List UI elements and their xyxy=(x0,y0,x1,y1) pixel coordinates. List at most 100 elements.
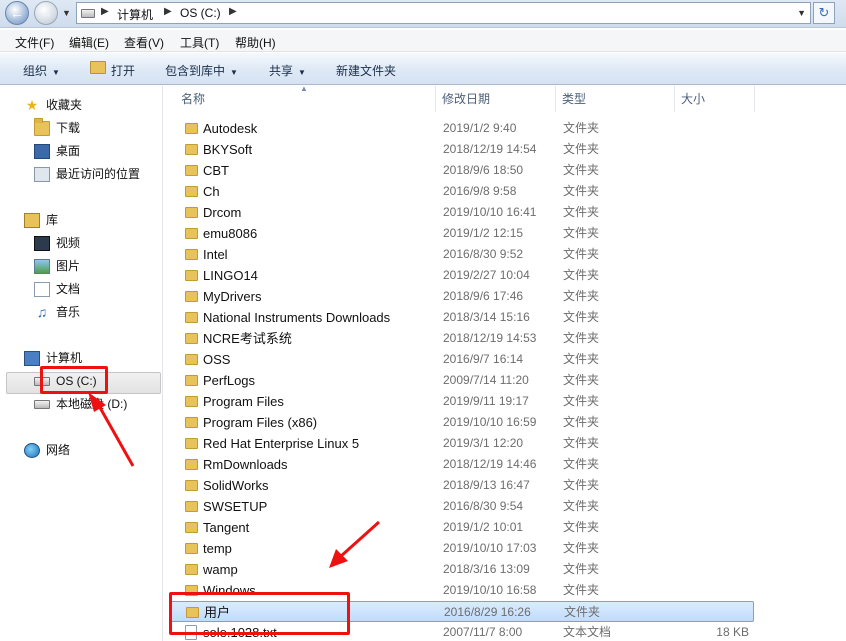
folder-icon xyxy=(185,228,198,239)
folder-icon xyxy=(185,165,198,176)
recent-places-icon xyxy=(34,167,50,182)
file-row[interactable]: MyDrivers 2018/9/6 17:46 文件夹 xyxy=(170,286,754,307)
include-library-button[interactable]: 包含到库中 ▼ xyxy=(165,62,238,79)
file-row[interactable]: wamp 2018/3/16 13:09 文件夹 xyxy=(170,559,754,580)
file-row[interactable]: BKYSoft 2018/12/19 14:54 文件夹 xyxy=(170,139,754,160)
back-button[interactable]: ← xyxy=(5,1,29,25)
file-name: Intel xyxy=(203,247,228,262)
folder-icon xyxy=(185,249,198,260)
history-dropdown-icon[interactable]: ▼ xyxy=(62,8,71,18)
menu-view[interactable]: 查看(V) xyxy=(124,34,164,51)
file-row[interactable]: LINGO14 2019/2/27 10:04 文件夹 xyxy=(170,265,754,286)
menu-file[interactable]: 文件(F) xyxy=(15,34,54,51)
column-header-modified[interactable]: 修改日期 xyxy=(436,86,556,112)
file-modified-date: 2019/1/2 10:01 xyxy=(443,520,524,534)
file-modified-date: 2019/10/10 16:59 xyxy=(443,415,537,429)
file-type: 文本文档 xyxy=(563,625,612,639)
nav-item-label: 本地磁盘 (D:) xyxy=(56,397,128,411)
file-type: 文件夹 xyxy=(563,562,600,576)
file-row[interactable]: Program Files (x86) 2019/10/10 16:59 文件夹 xyxy=(170,412,754,433)
menu-tools[interactable]: 工具(T) xyxy=(180,34,219,51)
new-folder-button[interactable]: 新建文件夹 xyxy=(336,62,396,79)
annotation-highlight-drive xyxy=(40,366,108,394)
file-row[interactable]: SolidWorks 2018/9/13 16:47 文件夹 xyxy=(170,475,754,496)
drive-icon xyxy=(81,9,95,18)
open-button[interactable]: 打开 xyxy=(111,62,135,79)
menu-help[interactable]: 帮助(H) xyxy=(235,34,276,51)
file-type: 文件夹 xyxy=(563,247,600,261)
file-name: SolidWorks xyxy=(203,478,269,493)
file-modified-date: 2019/10/10 17:03 xyxy=(443,541,537,555)
file-row[interactable]: emu8086 2019/1/2 12:15 文件夹 xyxy=(170,223,754,244)
folder-icon xyxy=(185,501,198,512)
organize-button[interactable]: 组织 ▼ xyxy=(23,62,60,79)
file-row[interactable]: temp 2019/10/10 17:03 文件夹 xyxy=(170,538,754,559)
file-modified-date: 2018/3/14 15:16 xyxy=(443,310,530,324)
file-name: emu8086 xyxy=(203,226,258,241)
file-row[interactable]: CBT 2018/9/6 18:50 文件夹 xyxy=(170,160,754,181)
address-dropdown-icon[interactable]: ▼ xyxy=(797,8,806,18)
breadcrumb-separator-icon[interactable]: ▶ xyxy=(164,6,172,17)
file-name: Red Hat Enterprise Linux 5 xyxy=(203,436,360,451)
breadcrumb-separator-icon[interactable]: ▶ xyxy=(101,6,109,17)
refresh-button[interactable]: ↻ xyxy=(813,2,835,24)
file-modified-date: 2019/2/27 10:04 xyxy=(443,268,530,282)
organize-label: 组织 xyxy=(23,64,48,78)
file-modified-date: 2019/3/1 12:20 xyxy=(443,436,524,450)
refresh-icon: ↻ xyxy=(818,5,830,20)
nav-libraries-label: 库 xyxy=(46,213,59,227)
file-row[interactable]: Red Hat Enterprise Linux 5 2019/3/1 12:20… xyxy=(170,433,754,454)
folder-icon xyxy=(185,144,198,155)
file-type: 文件夹 xyxy=(564,605,601,619)
network-globe-icon xyxy=(24,443,40,458)
file-row[interactable]: Ch 2016/9/8 9:58 文件夹 xyxy=(170,181,754,202)
share-button[interactable]: 共享 ▼ xyxy=(269,62,306,79)
document-icon xyxy=(34,282,50,297)
file-row[interactable]: RmDownloads 2018/12/19 14:46 文件夹 xyxy=(170,454,754,475)
file-row[interactable]: OSS 2016/9/7 16:14 文件夹 xyxy=(170,349,754,370)
breadcrumb-separator-icon[interactable]: ▶ xyxy=(229,6,237,17)
file-row[interactable]: PerfLogs 2009/7/14 11:20 文件夹 xyxy=(170,370,754,391)
file-name: Autodesk xyxy=(203,121,258,136)
file-row[interactable]: Intel 2016/8/30 9:52 文件夹 xyxy=(170,244,754,265)
nav-item-label: 图片 xyxy=(56,259,81,273)
file-modified-date: 2018/12/19 14:46 xyxy=(443,457,537,471)
folder-icon xyxy=(185,291,198,302)
file-row[interactable]: Drcom 2019/10/10 16:41 文件夹 xyxy=(170,202,754,223)
column-header-size[interactable]: 大小 xyxy=(675,86,755,112)
file-modified-date: 2016/8/30 9:54 xyxy=(443,499,524,513)
file-type: 文件夹 xyxy=(563,310,600,324)
menu-edit[interactable]: 编辑(E) xyxy=(69,34,109,51)
column-header-name[interactable]: 名称 xyxy=(175,86,436,112)
file-name: PerfLogs xyxy=(203,373,256,388)
navigation-pane: ★ 收藏夹 下载 桌面 最近访问的位置 库 视频 图片 文档 ♫ 音乐 计算机 … xyxy=(0,86,163,641)
file-row[interactable]: National Instruments Downloads 2018/3/14 … xyxy=(170,307,754,328)
file-modified-date: 2019/1/2 12:15 xyxy=(443,226,524,240)
file-type: 文件夹 xyxy=(563,541,600,555)
file-name: Tangent xyxy=(203,520,250,535)
address-box[interactable]: ▶ 计算机 ▶ OS (C:) ▶ ▼ xyxy=(76,2,811,24)
arrow-right-icon: → xyxy=(39,5,53,21)
folder-icon xyxy=(185,375,198,386)
file-modified-date: 2018/9/13 16:47 xyxy=(443,478,530,492)
nav-item-label: 下载 xyxy=(56,121,81,135)
file-type: 文件夹 xyxy=(563,457,600,471)
file-row[interactable]: Program Files 2019/9/11 19:17 文件夹 xyxy=(170,391,754,412)
breadcrumb-computer[interactable]: 计算机 xyxy=(117,6,153,23)
chevron-down-icon: ▼ xyxy=(230,68,238,77)
file-modified-date: 2019/10/10 16:41 xyxy=(443,205,537,219)
file-row[interactable]: Autodesk 2019/1/2 9:40 文件夹 xyxy=(170,118,754,139)
music-note-icon: ♫ xyxy=(36,304,48,320)
nav-item-label: 音乐 xyxy=(56,305,81,319)
star-icon: ★ xyxy=(25,97,39,113)
file-row[interactable]: NCRE考试系统 2018/12/19 14:53 文件夹 xyxy=(170,328,754,349)
file-row[interactable]: SWSETUP 2016/8/30 9:54 文件夹 xyxy=(170,496,754,517)
file-type: 文件夹 xyxy=(563,415,600,429)
file-row[interactable]: Tangent 2019/1/2 10:01 文件夹 xyxy=(170,517,754,538)
file-type: 文件夹 xyxy=(563,331,600,345)
nav-network-label: 网络 xyxy=(46,443,71,457)
column-header-type[interactable]: 类型 xyxy=(556,86,675,112)
file-modified-date: 2018/9/6 17:46 xyxy=(443,289,524,303)
breadcrumb-drive[interactable]: OS (C:) xyxy=(180,6,221,20)
forward-button[interactable]: → xyxy=(34,1,58,25)
